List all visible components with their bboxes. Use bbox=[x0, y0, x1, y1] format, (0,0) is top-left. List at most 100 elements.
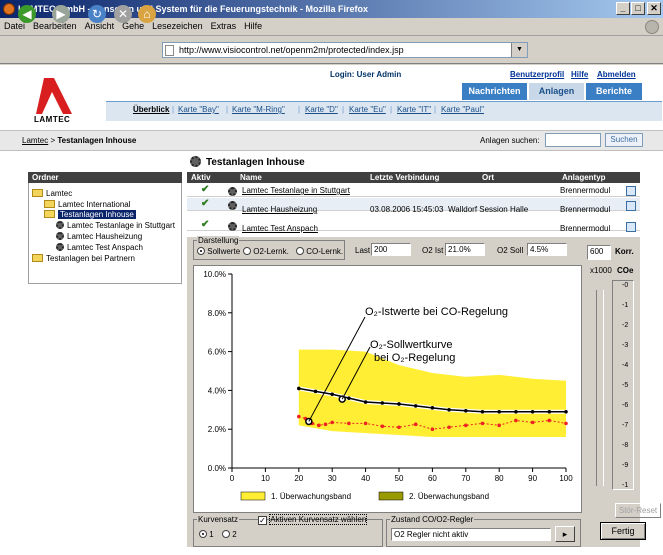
minimize-button[interactable]: _ bbox=[616, 2, 630, 15]
setpoint-point bbox=[547, 409, 552, 414]
checkbox-label: Aktiven Kurvensatz wählen bbox=[269, 514, 368, 525]
radio-curve-set-2[interactable]: 2 bbox=[222, 530, 237, 539]
display-mode-label: Darstellung bbox=[197, 236, 240, 245]
tree-item-testanlagen-inhouse[interactable]: Testanlagen Inhouse bbox=[44, 210, 136, 219]
x-tick-label: 90 bbox=[528, 474, 537, 483]
system-name-link[interactable]: Lamtec Test Anspach bbox=[242, 224, 318, 233]
burner-icon bbox=[228, 187, 237, 196]
o2-setpoint-label: O2 Soll bbox=[497, 246, 524, 255]
tree-item-stuttgart[interactable]: Lamtec Testanlage in Stuttgart bbox=[56, 221, 175, 230]
radio-curve-set-1[interactable]: 1 bbox=[199, 530, 214, 539]
search-label: Anlagen suchen: bbox=[480, 136, 540, 145]
setpoint-point bbox=[447, 408, 451, 412]
burner-icon bbox=[56, 221, 64, 229]
location: Walldorf Session Halle bbox=[448, 205, 529, 214]
radio-label: O2-Lernk. bbox=[253, 247, 289, 256]
tree-item-international[interactable]: Lamtec International bbox=[44, 200, 131, 209]
actual-point bbox=[317, 423, 321, 428]
tree-item-hausheizung[interactable]: Lamtec Hausheizung bbox=[56, 232, 142, 241]
curve-set-label: Kurvensatz bbox=[197, 515, 240, 524]
x-tick-label: 0 bbox=[230, 474, 235, 483]
details-icon[interactable] bbox=[626, 222, 636, 232]
details-icon[interactable] bbox=[626, 201, 636, 211]
tab-map-bay[interactable]: Karte "Bay" bbox=[178, 105, 219, 114]
system-name-link[interactable]: Lamtec Testanlage in Stuttgart bbox=[242, 186, 350, 195]
home-icon[interactable]: ⌂ bbox=[138, 5, 156, 23]
back-icon[interactable]: ◀ bbox=[18, 5, 36, 23]
active-curve-set-checkbox[interactable]: ✓ Aktiven Kurvensatz wählen bbox=[258, 514, 368, 525]
setpoint-point bbox=[313, 389, 318, 394]
system-name-link[interactable]: Lamtec Hausheizung bbox=[242, 205, 317, 214]
profile-link[interactable]: Benutzerprofil bbox=[510, 70, 564, 79]
url-dropdown-button[interactable]: ▼ bbox=[511, 43, 527, 57]
logout-link[interactable]: Abmelden bbox=[597, 70, 636, 79]
active-check-icon: ✔ bbox=[201, 219, 210, 230]
systems-button[interactable]: Anlagen bbox=[529, 83, 584, 100]
fault-reset-button[interactable]: Stör-Reset bbox=[615, 503, 661, 518]
actual-point bbox=[323, 422, 328, 427]
actual-point bbox=[464, 423, 468, 428]
logo-text: LAMTEC bbox=[34, 115, 71, 124]
radio-co-learn[interactable]: CO-Lernk. bbox=[296, 247, 343, 256]
tab-map-it[interactable]: Karte "IT" bbox=[397, 105, 431, 114]
done-button[interactable]: Fertig bbox=[600, 522, 646, 540]
radio-label: Sollwerte bbox=[207, 247, 241, 256]
setpoint-point bbox=[397, 402, 401, 406]
radio-label: 1 bbox=[209, 530, 214, 539]
breadcrumb: Lamtec > Testanlagen Inhouse bbox=[22, 136, 136, 145]
gauge-tick-label: -5 bbox=[622, 382, 629, 389]
correction-field[interactable]: 600 bbox=[587, 245, 611, 260]
load-field: 200 bbox=[371, 243, 411, 256]
y-tick-label: 8.0% bbox=[208, 309, 226, 318]
tree-item-anspach[interactable]: Lamtec Test Anspach bbox=[56, 243, 143, 252]
burner-icon bbox=[190, 156, 201, 167]
y-tick-label: 6.0% bbox=[208, 348, 226, 357]
window-title: LAMTEC GmbH - Sensoren und System für di… bbox=[18, 4, 369, 14]
radio-setpoints[interactable]: Sollwerte bbox=[197, 247, 240, 256]
details-icon[interactable] bbox=[626, 186, 636, 196]
menu-hilfe[interactable]: Hilfe bbox=[240, 18, 266, 34]
tab-separator: | bbox=[172, 105, 175, 114]
y-tick-label: 10.0% bbox=[203, 270, 226, 279]
maximize-button[interactable]: □ bbox=[631, 2, 645, 15]
page-icon bbox=[165, 45, 174, 56]
breadcrumb-root-link[interactable]: Lamtec bbox=[22, 136, 48, 145]
o2-actual-label: O2 Ist bbox=[422, 246, 444, 255]
reload-icon[interactable]: ↻ bbox=[88, 5, 106, 23]
tab-map-d[interactable]: Karte "D" bbox=[305, 105, 338, 114]
actual-point bbox=[480, 421, 485, 426]
tab-map-m-ring[interactable]: Karte "M-Ring" bbox=[232, 105, 285, 114]
checkmark-icon: ✓ bbox=[258, 516, 267, 525]
tree-item-label: Lamtec Testanlage in Stuttgart bbox=[67, 221, 175, 230]
x-tick-label: 100 bbox=[559, 474, 573, 483]
search-input[interactable] bbox=[545, 133, 601, 147]
burner-icon bbox=[228, 201, 237, 210]
setpoint-point bbox=[330, 392, 334, 397]
setpoint-point bbox=[380, 401, 385, 405]
reports-button[interactable]: Berichte bbox=[586, 83, 642, 100]
active-check-icon: ✔ bbox=[201, 184, 210, 195]
open-folder-icon bbox=[44, 210, 55, 218]
x-tick-label: 40 bbox=[361, 474, 370, 483]
tab-map-paul[interactable]: Karte "Paul" bbox=[441, 105, 484, 114]
news-button[interactable]: Nachrichten bbox=[462, 83, 527, 100]
close-button[interactable]: ✕ bbox=[647, 2, 661, 15]
menu-extras[interactable]: Extras bbox=[207, 18, 241, 34]
actual-point bbox=[363, 421, 368, 426]
lamtec-logo bbox=[36, 78, 72, 114]
search-button[interactable]: Suchen bbox=[605, 133, 643, 147]
system-type: Brennermodul bbox=[560, 205, 611, 214]
help-link[interactable]: Hilfe bbox=[571, 70, 588, 79]
tab-map-eu[interactable]: Karte "Eu" bbox=[349, 105, 386, 114]
stop-icon[interactable]: ✕ bbox=[114, 5, 132, 23]
forward-icon[interactable]: ▶ bbox=[52, 5, 70, 23]
annotation-label: O₂-Istwerte bei CO-Regelung bbox=[365, 306, 508, 318]
menu-lesezeichen[interactable]: Lesezeichen bbox=[148, 18, 207, 34]
radio-icon bbox=[296, 247, 304, 255]
tree-item-partner[interactable]: Testanlagen bei Partnern bbox=[32, 254, 135, 263]
status-arrow-button[interactable]: ▸ bbox=[555, 526, 575, 542]
radio-o2-learn[interactable]: O2-Lernk. bbox=[243, 247, 289, 256]
tab-overview[interactable]: Überblick bbox=[133, 105, 169, 114]
tree-item-lamtec[interactable]: Lamtec bbox=[32, 189, 72, 198]
url-input[interactable] bbox=[162, 42, 528, 58]
